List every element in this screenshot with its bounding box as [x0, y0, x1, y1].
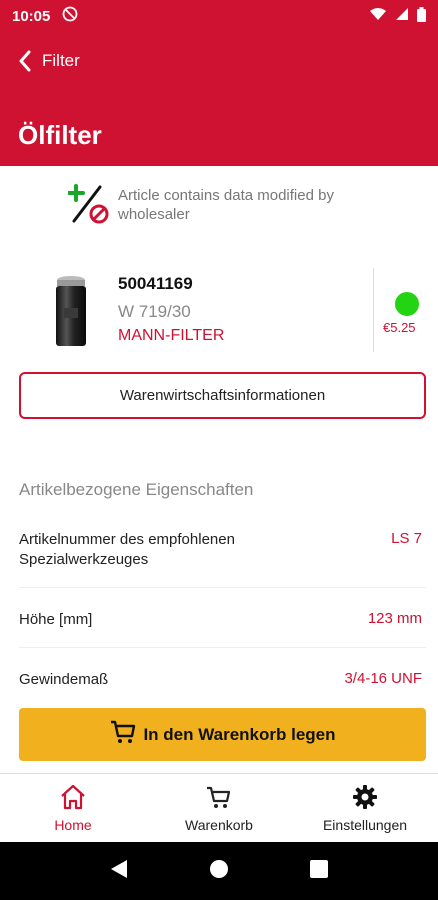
- property-row: Artikelnummer des empfohlenen Spezialwer…: [19, 530, 426, 588]
- warenwirtschaft-button[interactable]: Warenwirtschaftsinformationen: [19, 372, 426, 419]
- home-circle-icon[interactable]: [208, 858, 230, 885]
- property-value: 3/4-16 UNF: [344, 670, 422, 687]
- back-triangle-icon[interactable]: [109, 858, 129, 885]
- recents-square-icon[interactable]: [309, 859, 329, 884]
- status-bar: 10:05: [0, 0, 438, 32]
- add-to-cart-label: In den Warenkorb legen: [143, 724, 336, 744]
- nav-label-warenkorb: Warenkorb: [185, 816, 253, 833]
- modified-data-icon: [67, 184, 110, 229]
- property-label: Höhe [mm]: [19, 611, 93, 628]
- app-bar: Filter Ölfilter: [0, 32, 438, 166]
- oil-filter-image: [48, 272, 94, 350]
- notice-text: Article contains data modified by wholes…: [118, 187, 334, 223]
- back-button[interactable]: Filter: [18, 50, 80, 72]
- chevron-left-icon: [18, 50, 32, 72]
- nav-item-einstellungen[interactable]: Einstellungen: [292, 774, 438, 842]
- status-time: 10:05: [12, 7, 51, 25]
- property-row: Höhe [mm] 123 mm: [19, 610, 426, 648]
- cart-icon: [109, 718, 137, 751]
- property-label: Gewindemaß: [19, 671, 109, 688]
- bottom-navigation: Home Warenkorb Einstellungen: [0, 773, 438, 842]
- wifi-icon: [369, 7, 387, 25]
- property-value: 123 mm: [367, 610, 422, 627]
- wholesaler-notice: Article contains data modified by wholes…: [67, 184, 388, 229]
- property-row: Gewindemaß 3/4-16 UNF: [19, 670, 426, 700]
- article-brand: MANN-FILTER: [118, 327, 225, 344]
- article-number: 50041169: [118, 274, 193, 293]
- nav-label-einstellungen: Einstellungen: [322, 816, 408, 833]
- do-not-disturb-icon: [62, 6, 78, 26]
- property-value: LS 7: [391, 530, 422, 547]
- availability-indicator: [395, 292, 419, 316]
- divider: [373, 268, 374, 352]
- page-title: Ölfilter: [18, 120, 102, 150]
- nav-label-home: Home: [54, 816, 92, 833]
- property-label: Artikelnummer des empfohlenen Spezialwer…: [19, 531, 235, 568]
- back-label: Filter: [42, 51, 80, 70]
- system-navigation-bar: [0, 842, 438, 900]
- article-code: W 719/30: [118, 302, 191, 321]
- article-price: €5.25: [383, 320, 416, 335]
- home-icon: [59, 784, 87, 813]
- nav-item-warenkorb[interactable]: Warenkorb: [146, 774, 292, 842]
- signal-icon: [395, 7, 409, 25]
- add-to-cart-button[interactable]: In den Warenkorb legen: [19, 708, 426, 761]
- battery-icon: [417, 6, 426, 26]
- nav-item-home[interactable]: Home: [0, 774, 146, 842]
- cart-icon: [205, 784, 233, 813]
- gear-icon: [352, 784, 378, 813]
- article-card[interactable]: 50041169 W 719/30 MANN-FILTER €5.25: [0, 262, 438, 358]
- properties-section-title: Artikelbezogene Eigenschaften: [19, 480, 254, 499]
